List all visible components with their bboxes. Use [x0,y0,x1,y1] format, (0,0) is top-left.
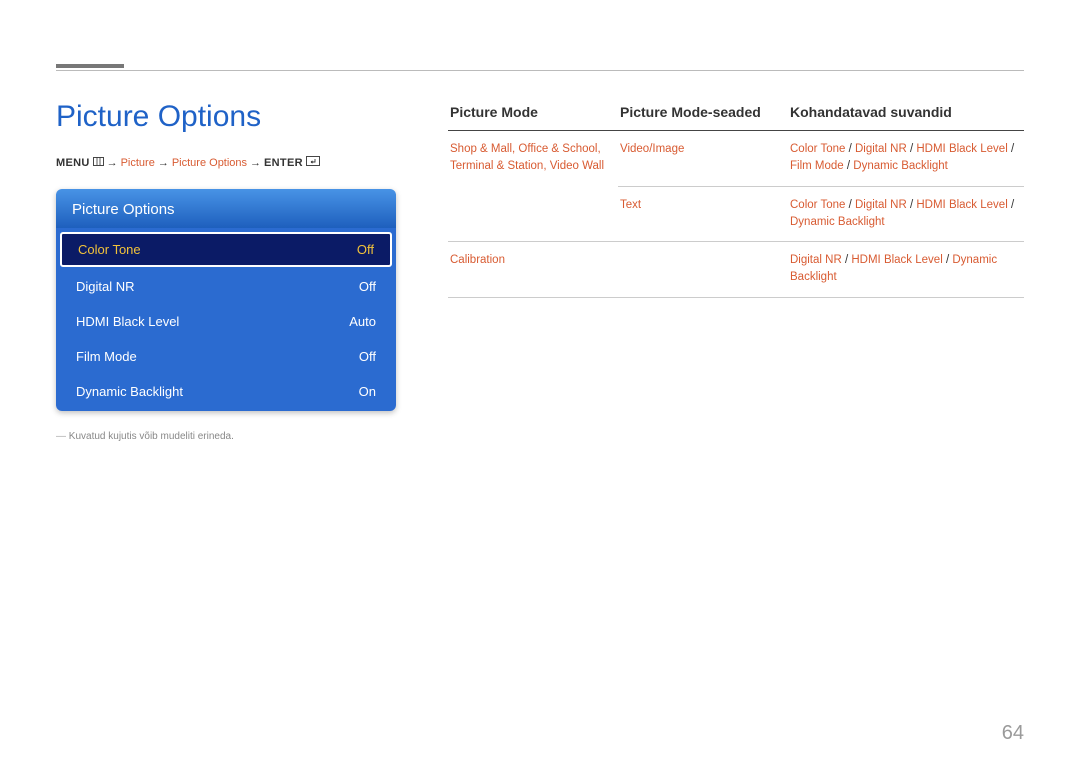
table-header-picture-mode-seaded: Picture Mode-seaded [618,100,788,131]
table-cell-mode: Shop & Mall, Office & School, Terminal &… [448,131,618,242]
table-row: Shop & Mall, Office & School, Terminal &… [448,131,1024,187]
breadcrumb-picture-options: Picture Options [172,157,247,169]
breadcrumb-arrow-1: → [107,157,118,169]
menu-item-value: Off [359,349,376,364]
table-header-kohandatavad: Kohandatavad suvandid [788,100,1024,131]
table-cell-options: Color Tone / Digital NR / HDMI Black Lev… [788,131,1024,187]
breadcrumb-menu-label: MENU [56,157,90,169]
menu-item[interactable]: Film Mode Off [58,339,394,374]
settings-menu-header: Picture Options [56,189,396,228]
page-title: Picture Options [56,100,396,134]
page-number: 64 [1002,722,1024,745]
menu-item-label: HDMI Black Level [76,314,179,329]
menu-item-value: On [359,384,376,399]
breadcrumb-arrow-2: → [158,157,169,169]
header-accent-rule [56,64,124,68]
menu-item-label: Color Tone [78,242,141,257]
header-rule [56,70,1024,71]
table-cell-mode: Calibration [448,242,618,298]
breadcrumb: MENU → Picture → Picture Options → ENTER [56,156,396,169]
table-cell-setting [618,242,788,298]
menu-item[interactable]: HDMI Black Level Auto [58,304,394,339]
menu-item-value: Off [359,279,376,294]
breadcrumb-arrow-3: → [250,157,261,169]
menu-item-label: Film Mode [76,349,137,364]
menu-item-label: Dynamic Backlight [76,384,183,399]
menu-grid-icon [93,157,104,169]
table-cell-setting: Text [618,186,788,242]
enter-icon [306,156,320,169]
table-cell-options: Digital NR / HDMI Black Level / Dynamic … [788,242,1024,298]
table-row: Calibration Digital NR / HDMI Black Level… [448,242,1024,298]
menu-item[interactable]: Digital NR Off [58,269,394,304]
footnote: Kuvatud kujutis võib mudeliti erineda. [56,431,396,442]
menu-item[interactable]: Color Tone Off [60,232,392,267]
menu-item-value: Off [357,242,374,257]
table-cell-setting: Video/Image [618,131,788,187]
settings-menu-body: Color Tone Off Digital NR Off HDMI Black Lev… [56,228,396,411]
menu-item-label: Digital NR [76,279,135,294]
breadcrumb-picture: Picture [121,157,155,169]
breadcrumb-enter-label: ENTER [264,157,303,169]
table-header-picture-mode: Picture Mode [448,100,618,131]
options-table: Picture Mode Picture Mode-seaded Kohanda… [448,100,1024,298]
settings-menu-panel: Picture Options Color Tone Off Digital NR O… [56,189,396,411]
table-cell-options: Color Tone / Digital NR / HDMI Black Lev… [788,186,1024,242]
menu-item[interactable]: Dynamic Backlight On [58,374,394,409]
menu-item-value: Auto [349,314,376,329]
